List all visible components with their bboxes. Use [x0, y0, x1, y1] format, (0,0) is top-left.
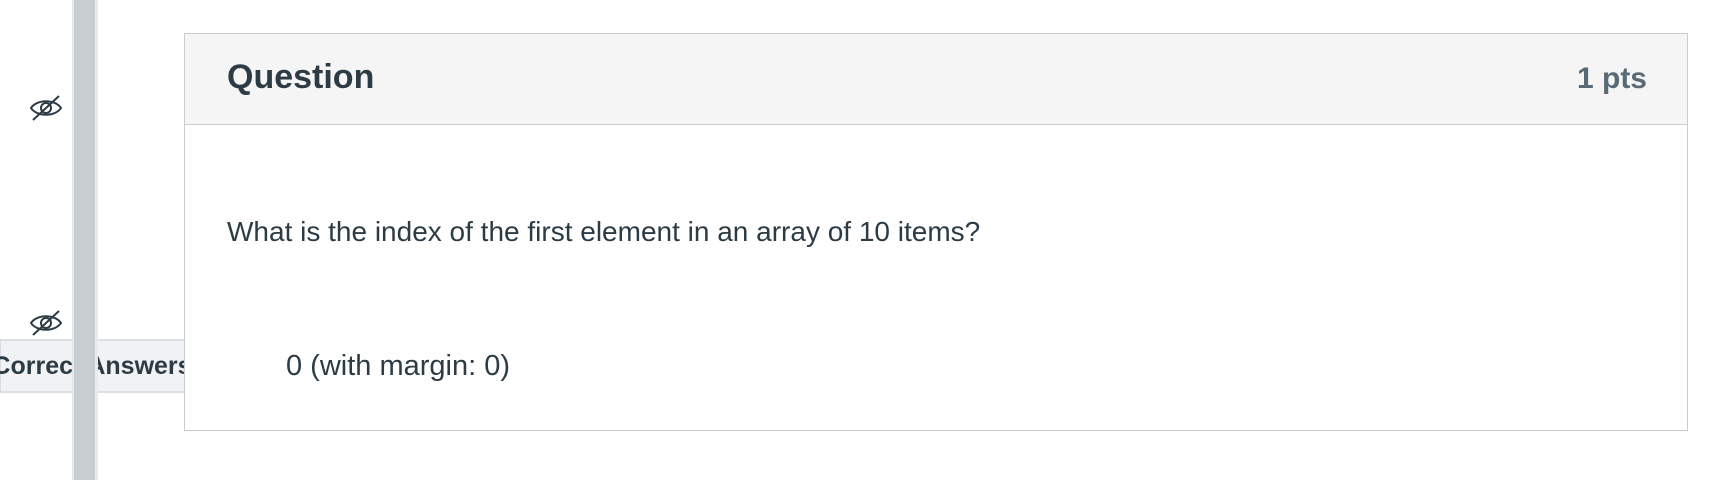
quiz-results-page: Correct Answers Question 1 pts What is t…	[0, 0, 1710, 480]
question-card: Question 1 pts What is the index of the …	[184, 33, 1688, 431]
eye-slash-icon[interactable]	[29, 94, 63, 122]
correct-answer-value: 0 (with margin: 0)	[286, 350, 511, 382]
question-text: What is the index of the first element i…	[227, 216, 981, 247]
question-points: 1 pts	[1576, 62, 1647, 95]
sidebar-divider	[72, 0, 98, 480]
eye-slash-icon[interactable]	[29, 309, 63, 337]
question-title: Question	[227, 58, 375, 96]
question-header: Question 1 pts	[185, 34, 1687, 125]
correct-answers-label: Correct Answers	[0, 352, 192, 380]
